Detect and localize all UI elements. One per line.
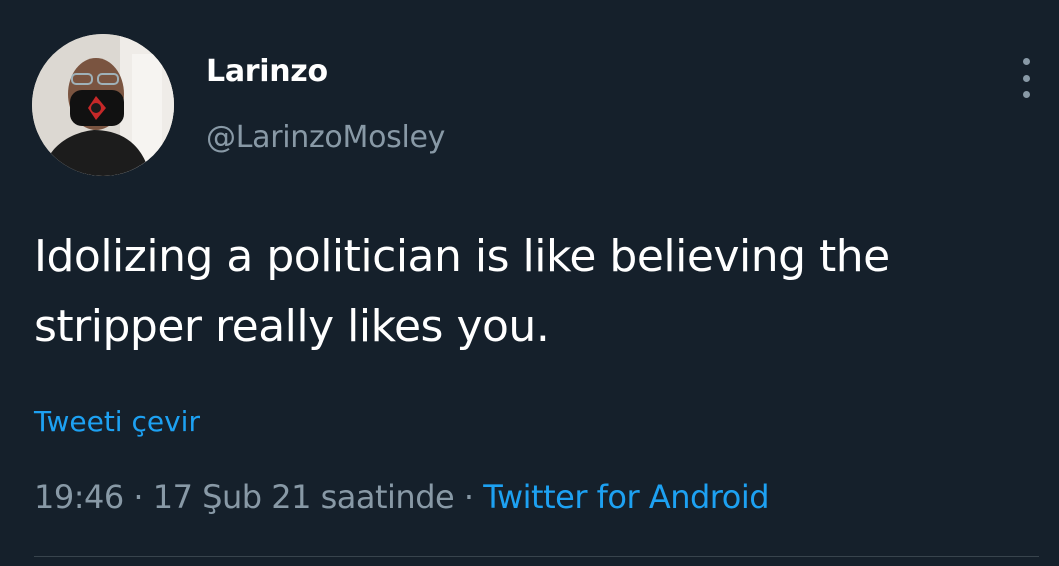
tweet-text: Idolizing a politician is like believing… <box>34 231 890 352</box>
more-dot <box>1022 74 1030 82</box>
meta-separator: · <box>123 478 153 516</box>
divider <box>34 556 1039 557</box>
more-dot <box>1022 91 1030 98</box>
tweet-meta: 19:46 · 17 Şub 21 saatinde · Twitter for… <box>34 478 770 516</box>
display-name[interactable]: Larinzo <box>206 54 328 89</box>
avatar-image <box>32 34 174 176</box>
tweet-date[interactable]: 17 Şub 21 saatinde <box>153 478 455 516</box>
avatar[interactable] <box>32 34 174 176</box>
meta-separator: · <box>454 478 484 516</box>
more-options-icon[interactable] <box>1012 58 1040 98</box>
user-handle[interactable]: @LarinzoMosley <box>206 120 445 155</box>
tweet-time[interactable]: 19:46 <box>34 478 124 516</box>
more-dot <box>1022 58 1030 65</box>
tweet-source-link[interactable]: Twitter for Android <box>483 478 769 516</box>
tweet-card: Larinzo @LarinzoMosley Idolizing a polit… <box>0 0 1059 566</box>
translate-tweet-link[interactable]: Tweeti çevir <box>34 405 200 438</box>
